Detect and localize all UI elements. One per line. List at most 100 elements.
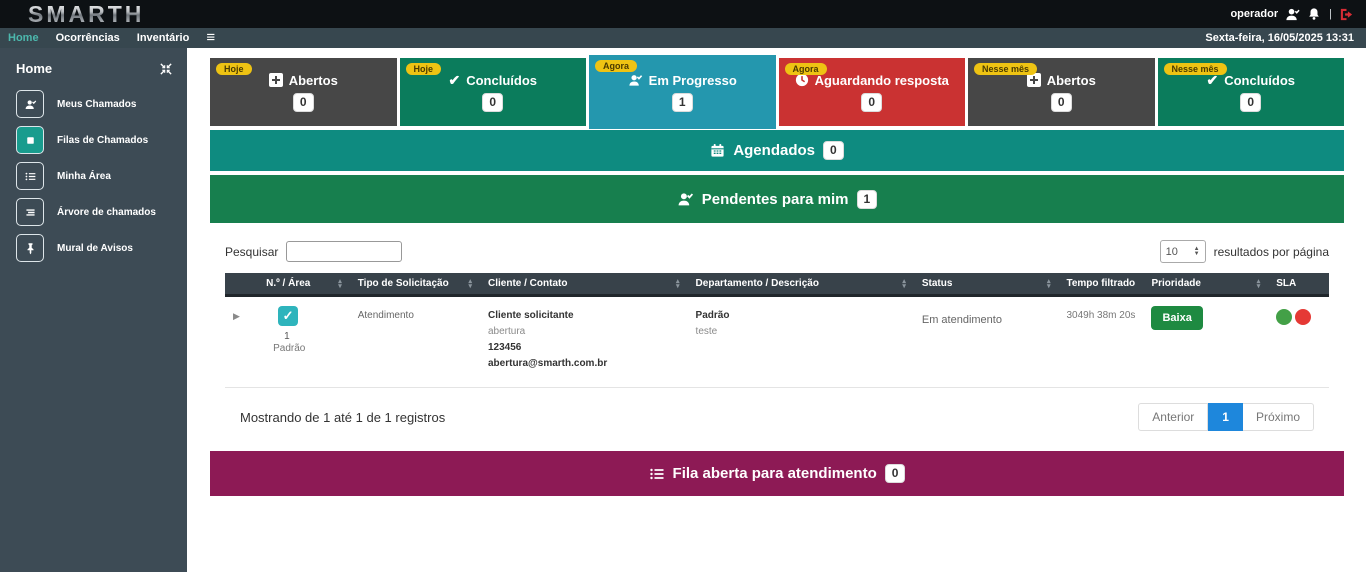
bell-icon[interactable] (1307, 7, 1322, 22)
square-icon (16, 126, 44, 154)
card-count: 1 (671, 92, 693, 112)
banner-count: 1 (856, 189, 878, 209)
card-count: 0 (1240, 92, 1262, 112)
cell-cliente-contato: Cliente solicitante abertura 123456 aber… (480, 306, 688, 374)
sidebar-item-arvore-de-chamados[interactable]: Árvore de chamados (0, 195, 187, 229)
column-header-numero-area[interactable]: N.º / Área ▴ ▾ (258, 278, 350, 290)
clock-icon (795, 73, 809, 87)
app-logo: SMARTH (28, 0, 145, 27)
cell-status: Em atendimento (921, 314, 1002, 326)
period-badge: Hoje (216, 63, 252, 75)
banner-fila-aberta[interactable]: Fila aberta para atendimento 0 (210, 451, 1344, 496)
column-label: Tipo de Solicitação (357, 278, 449, 289)
sort-icon[interactable]: ▴ ▾ (1047, 278, 1051, 290)
banner-pendentes-para-mim[interactable]: Pendentes para mim 1 (210, 175, 1344, 223)
sidebar-item-meus-chamados[interactable]: Meus Chamados (0, 87, 187, 121)
contato-usuario: abertura (488, 326, 526, 337)
card-label: Em Progresso (648, 72, 737, 88)
card-count: 0 (482, 92, 504, 112)
username: operador (1230, 8, 1279, 20)
period-badge: Hoje (405, 63, 442, 75)
sidebar-title: Home (16, 61, 53, 76)
top-bar: SMARTH operador | (0, 0, 1366, 28)
cell-departamento-descricao: Padrão teste (688, 306, 914, 342)
status-cards: Hoje Abertos 0 Hoje ✔ Concluídos 0 Agora (210, 55, 1344, 129)
pin-icon (16, 234, 44, 262)
sidebar-item-label: Árvore de chamados (57, 206, 156, 218)
user-icon[interactable] (1285, 7, 1300, 22)
column-label: Prioridade (1151, 278, 1201, 289)
banner-count: 0 (884, 464, 906, 483)
banner-label: Agendados (733, 142, 815, 159)
list-icon (16, 162, 44, 190)
row-checkbox[interactable]: ✓ (278, 306, 299, 326)
sign-out-icon[interactable] (1339, 7, 1354, 22)
list-icon (649, 466, 665, 482)
card-abertos-hoje[interactable]: Hoje Abertos 0 (210, 58, 397, 126)
nav-item-inventario[interactable]: Inventário (137, 32, 190, 44)
column-label: Departamento / Descrição (695, 278, 819, 289)
nav-item-ocorrencias[interactable]: Ocorrências (56, 32, 120, 44)
card-label: Concluídos (1224, 72, 1295, 88)
check-icon: ✔ (448, 72, 461, 88)
sort-icon[interactable]: ▴ ▾ (676, 278, 680, 290)
card-label: Abertos (1046, 72, 1096, 88)
sidebar-item-label: Minha Área (57, 170, 111, 182)
nav-item-home[interactable]: Home (8, 32, 39, 44)
cell-numero-area: ✓ 1 Padrão (258, 306, 350, 354)
column-header-tipo[interactable]: Tipo de Solicitação ▴ ▾ (350, 278, 480, 290)
column-label: SLA (1276, 278, 1297, 289)
departamento: Padrão (695, 310, 730, 321)
records-summary: Mostrando de 1 até 1 de 1 registros (240, 409, 446, 425)
page-size-select[interactable]: 10 ▲ ▼ (1159, 240, 1206, 263)
column-header-tempo: Tempo filtrado (1058, 278, 1143, 289)
card-concluidos-mes[interactable]: Nesse mês ✔ Concluídos 0 (1157, 58, 1344, 126)
sort-icon[interactable]: ▴ ▾ (338, 278, 342, 290)
ticket-area: Padrão (273, 343, 306, 354)
hamburger-icon[interactable]: ≡ (206, 30, 215, 45)
cell-tipo: Atendimento (350, 306, 480, 326)
tree-icon (16, 198, 44, 226)
column-label: Status (921, 278, 953, 289)
card-label: Aguardando resposta (814, 72, 949, 88)
user-check-icon (628, 73, 643, 88)
compress-icon[interactable] (160, 62, 172, 75)
card-count: 0 (1050, 92, 1072, 112)
banner-agendados[interactable]: Agendados 0 (210, 130, 1344, 171)
main-content: Hoje Abertos 0 Hoje ✔ Concluídos 0 Agora (187, 48, 1366, 572)
pagination-page-1-button[interactable]: 1 (1208, 403, 1243, 431)
card-aguardando-resposta[interactable]: Agora Aguardando resposta 0 (778, 58, 965, 126)
sort-icon[interactable]: ▴ ▾ (468, 278, 472, 290)
sort-icon[interactable]: ▴ ▾ (902, 278, 906, 290)
column-header-status[interactable]: Status ▴ ▾ (914, 278, 1059, 290)
column-header-prioridade[interactable]: Prioridade ▴ ▾ (1143, 278, 1268, 290)
card-concluidos-hoje[interactable]: Hoje ✔ Concluídos 0 (399, 58, 586, 126)
column-header-cliente[interactable]: Cliente / Contato ▴ ▾ (480, 278, 688, 290)
sidebar-item-mural-de-avisos[interactable]: Mural de Avisos (0, 231, 187, 265)
ticket-tipo: Atendimento (357, 310, 414, 321)
user-check-icon (16, 90, 44, 118)
card-em-progresso[interactable]: Agora Em Progresso 1 (589, 55, 776, 129)
search-input[interactable] (286, 241, 403, 262)
column-header-departamento[interactable]: Departamento / Descrição ▴ ▾ (688, 278, 914, 290)
period-badge: Agora (595, 60, 638, 72)
card-abertos-mes[interactable]: Nesse mês Abertos 0 (968, 58, 1155, 126)
pagination-next-button[interactable]: Próximo (1242, 403, 1314, 431)
sla-red-indicator (1295, 309, 1312, 325)
search-label: Pesquisar (225, 244, 279, 259)
pagination: Anterior 1 Próximo (1138, 403, 1314, 431)
sidebar-item-filas-de-chamados[interactable]: Filas de Chamados (0, 123, 187, 157)
tickets-table-section: Pesquisar 10 ▲ ▼ resultados por página N.… (210, 227, 1344, 443)
plus-square-icon (1026, 73, 1041, 87)
sort-icon[interactable]: ▴ ▾ (1257, 278, 1261, 290)
nav-bar: Home Ocorrências Inventário ≡ Sexta-feir… (0, 28, 1366, 48)
table-row: ▶ ✓ 1 Padrão Atendimento Cliente solicit… (225, 297, 1329, 388)
separator: | (1329, 8, 1332, 20)
calendar-icon (710, 143, 725, 158)
ticket-number: 1 (284, 331, 290, 342)
sidebar-item-minha-area[interactable]: Minha Área (0, 159, 187, 193)
cell-sla (1268, 306, 1328, 325)
row-expander-icon[interactable]: ▶ (225, 306, 258, 322)
priority-badge[interactable]: Baixa (1151, 306, 1203, 330)
pagination-prev-button[interactable]: Anterior (1138, 403, 1209, 431)
